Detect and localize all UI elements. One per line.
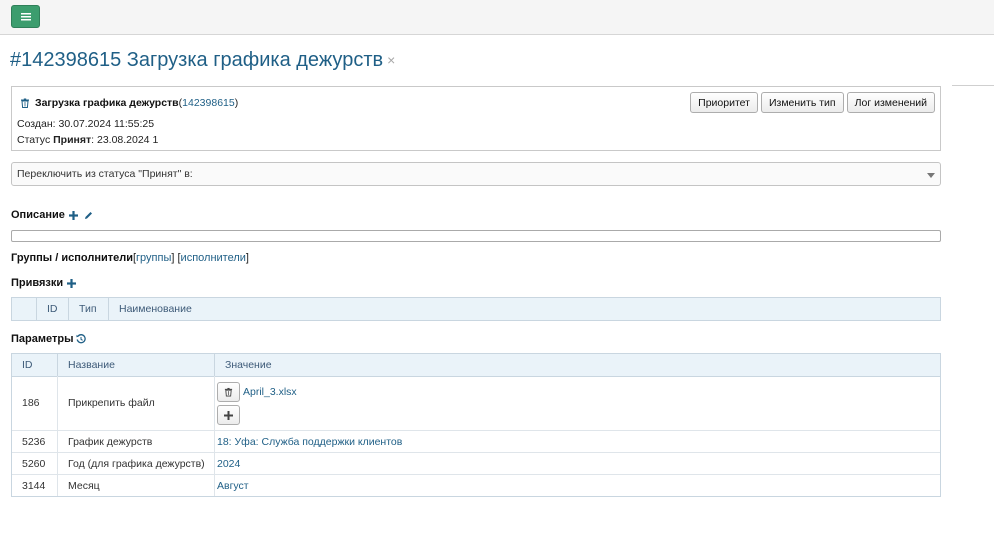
page-title-row: #142398615 Загрузка графика дежурств ×: [10, 47, 395, 73]
links-table-header: ID Тип Наименование: [11, 297, 941, 321]
groups-section-header: Группы / исполнители [ группы ] [ исполн…: [11, 252, 249, 264]
param-name: График дежурств: [58, 431, 215, 452]
param-name: Год (для графика дежурств): [58, 453, 215, 474]
top-bar: [0, 0, 994, 35]
file-link[interactable]: April_3.xlsx: [243, 386, 297, 398]
executors-link[interactable]: исполнители: [181, 252, 246, 264]
trash-icon[interactable]: [20, 98, 30, 108]
title-divider: [952, 85, 994, 86]
params-col-value[interactable]: Значение: [215, 354, 940, 376]
created-date: Создан: 30.07.2024 11:55:25: [17, 118, 155, 130]
params-col-id[interactable]: ID: [12, 354, 58, 376]
params-heading: Параметры: [11, 333, 74, 345]
close-icon[interactable]: ×: [387, 53, 395, 67]
file-item: April_3.xlsx: [217, 382, 297, 402]
groups-link[interactable]: группы: [136, 252, 171, 264]
description-field[interactable]: [11, 230, 941, 242]
param-id: 3144: [12, 475, 58, 496]
status-switch-label: Переключить из статуса "Принят" в:: [17, 168, 193, 180]
table-row: 3144 Месяц Август: [12, 474, 940, 496]
params-table-body: 186 Прикрепить файл April_3.xlsx 5236 Гр…: [11, 376, 941, 497]
delete-file-button[interactable]: [217, 382, 240, 402]
params-col-name[interactable]: Название: [58, 354, 215, 376]
pencil-icon[interactable]: [84, 211, 93, 220]
param-id: 186: [12, 376, 58, 430]
param-value: Август: [215, 475, 940, 496]
status-line: Статус Принят: 23.08.2024 1: [17, 134, 158, 146]
description-section-header: Описание: [11, 209, 93, 221]
table-row: 186 Прикрепить файл April_3.xlsx: [12, 376, 940, 430]
chevron-down-icon: [927, 173, 935, 178]
history-icon[interactable]: [76, 334, 87, 344]
params-section-header: Параметры: [11, 333, 87, 345]
status-suffix: : 23.08.2024 1: [91, 134, 159, 146]
paren-close: ): [234, 97, 239, 109]
param-value: April_3.xlsx: [215, 376, 940, 430]
param-value: 18: Уфа: Служба поддержки клиентов: [215, 431, 940, 452]
process-name: Загрузка графика дежурств: [35, 97, 179, 109]
plus-icon[interactable]: [67, 278, 77, 288]
info-actions: Приоритет Изменить тип Лог изменений: [690, 92, 935, 113]
plus-icon: [224, 410, 233, 420]
menu-button[interactable]: [11, 5, 40, 28]
links-section-header: Привязки: [11, 277, 77, 289]
param-name: Месяц: [58, 475, 215, 496]
status-switch-select[interactable]: Переключить из статуса "Принят" в:: [11, 162, 941, 186]
page-title: #142398615 Загрузка графика дежурств: [10, 48, 384, 71]
trash-icon: [224, 387, 233, 397]
change-log-button[interactable]: Лог изменений: [846, 92, 935, 113]
status-prefix: Статус: [17, 134, 54, 146]
param-value: 2024: [215, 453, 940, 474]
param-name: Прикрепить файл: [58, 376, 215, 430]
bracket-mid: ] [: [171, 252, 181, 264]
links-col-id[interactable]: ID: [37, 298, 69, 320]
links-heading: Привязки: [11, 277, 64, 289]
groups-heading: Группы / исполнители: [11, 252, 133, 264]
menu-icon: [20, 13, 31, 21]
plus-icon[interactable]: [68, 210, 78, 220]
process-header: Загрузка графика дежурств ( 142398615 ): [20, 97, 238, 109]
status-value: Принят: [53, 134, 92, 146]
params-table-header: ID Название Значение: [11, 353, 941, 377]
param-value-link[interactable]: 18: Уфа: Служба поддержки клиентов: [217, 436, 402, 448]
links-col-type[interactable]: Тип: [69, 298, 109, 320]
param-value-link[interactable]: Август: [217, 480, 249, 492]
priority-button[interactable]: Приоритет: [690, 92, 758, 113]
links-col-name[interactable]: Наименование: [109, 298, 940, 320]
param-value-link[interactable]: 2024: [217, 458, 240, 470]
process-info-panel: Загрузка графика дежурств ( 142398615 ) …: [11, 86, 941, 151]
param-id: 5236: [12, 431, 58, 452]
change-type-button[interactable]: Изменить тип: [760, 92, 844, 113]
description-heading: Описание: [11, 209, 65, 221]
add-file-button[interactable]: [217, 405, 240, 425]
links-col-select: [12, 298, 37, 320]
table-row: 5260 Год (для графика дежурств) 2024: [12, 452, 940, 474]
process-id-link[interactable]: 142398615: [182, 97, 235, 109]
table-row: 5236 График дежурств 18: Уфа: Служба под…: [12, 430, 940, 452]
param-id: 5260: [12, 453, 58, 474]
bracket-close: ]: [245, 252, 249, 264]
